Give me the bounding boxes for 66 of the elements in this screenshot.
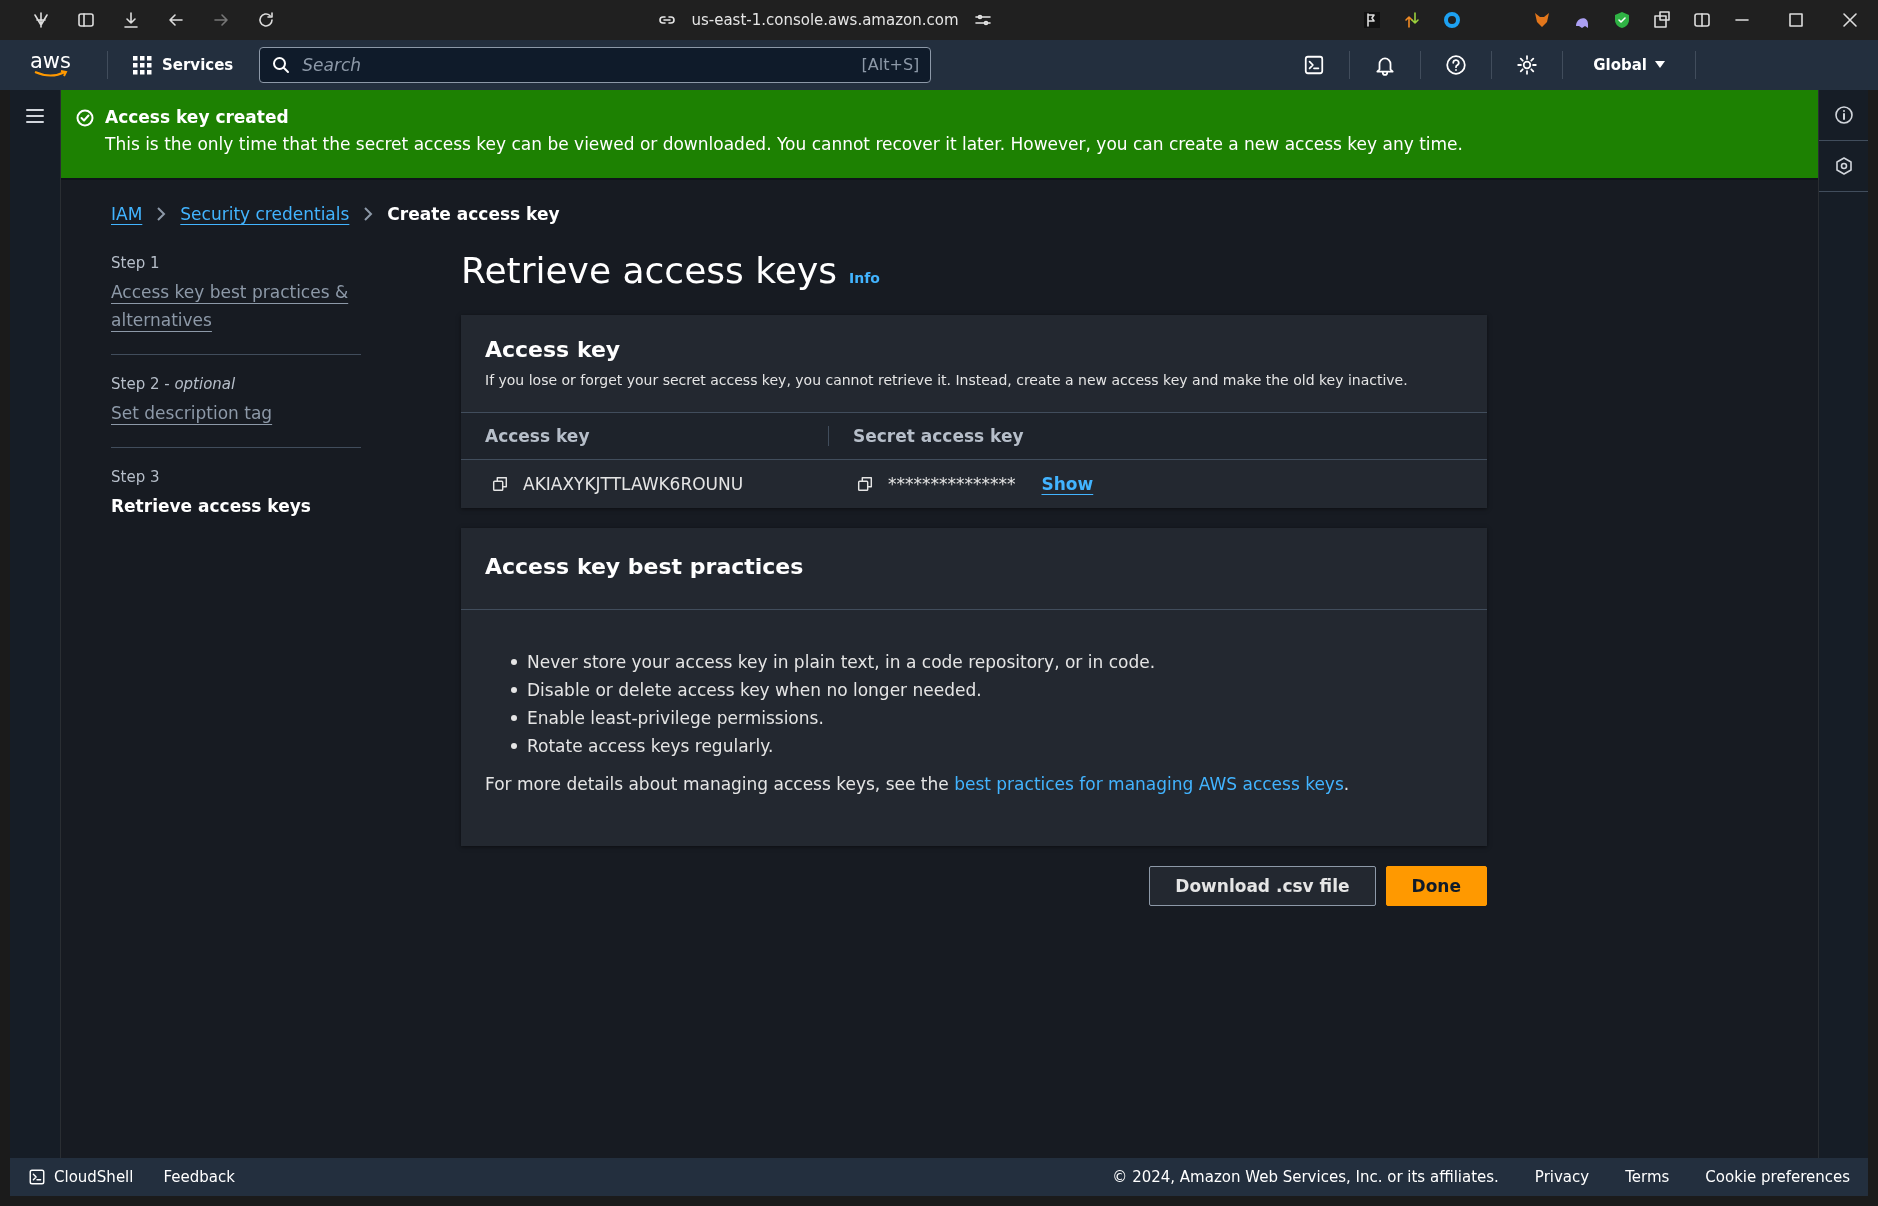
feedback-link[interactable]: Feedback [163, 1168, 235, 1186]
list-item: Disable or delete access key when no longer needed. [527, 679, 982, 702]
shield-icon[interactable] [1612, 10, 1632, 30]
step-number: Step 1 [111, 254, 161, 272]
best-practices-link[interactable]: best practices for managing AWS access keys [954, 774, 1344, 794]
info-link[interactable]: Info [849, 270, 880, 286]
copyright: © 2024, Amazon Web Services, Inc. or its affiliates. [1112, 1168, 1499, 1186]
details-note: For more details about managing access keys, see the best practices for managing AWS access keys. [484, 774, 1351, 796]
bullet-icon [511, 715, 517, 721]
access-key-value: AKIAXYKJTTLAWK6ROUNU [523, 474, 744, 494]
menu-icon[interactable] [25, 106, 45, 126]
arrows-icon[interactable] [1402, 10, 1422, 30]
ring-icon[interactable] [1442, 10, 1462, 30]
step-link[interactable]: Access key best practices & alternatives [111, 278, 361, 334]
breadcrumb[interactable]: IAM [111, 204, 143, 224]
caret-icon [1655, 61, 1665, 69]
breadcrumb: Create access key [387, 204, 560, 224]
terminal-icon [28, 1168, 46, 1186]
close-icon[interactable] [1840, 10, 1860, 30]
services-menu[interactable]: Services [126, 54, 240, 76]
region-selector[interactable]: Global [1587, 55, 1671, 75]
secret-key-value: *************** [888, 474, 1016, 494]
cloudshell-link[interactable]: CloudShell [28, 1168, 134, 1186]
flag-icon[interactable] [1362, 10, 1382, 30]
chevron-right-icon [156, 206, 167, 222]
success-check-icon [75, 108, 95, 128]
banner-title: Access key created [105, 106, 290, 129]
step-number: Step 3 [111, 468, 161, 486]
bullet-icon [511, 659, 517, 665]
search-icon [271, 55, 292, 75]
terminal-icon[interactable] [1303, 54, 1326, 76]
page-title: Retrieve access keys [461, 250, 838, 291]
hexagon-icon[interactable] [1833, 156, 1854, 176]
address-bar-url[interactable]: us-east-1.console.aws.amazon.com [691, 11, 959, 29]
footer-link[interactable]: Cookie preferences [1705, 1168, 1850, 1186]
step-number: Step 2 - optional [111, 375, 237, 393]
breadcrumb[interactable]: Security credentials [180, 204, 350, 224]
list-item: Enable least-privilege permissions. [527, 707, 824, 730]
bullet-icon [511, 687, 517, 693]
help-icon[interactable] [1445, 54, 1468, 76]
footer-link[interactable]: Privacy [1534, 1168, 1590, 1186]
panel-description: If you lose or forget your secret access key, you cannot retrieve it. Instead, create a new access key and make the old key inactive. [485, 372, 1409, 388]
download-button[interactable]: Download .csv file [1149, 866, 1376, 906]
panel-title: Access key best practices [485, 554, 805, 579]
panel-title: Access key [485, 337, 622, 362]
maximize-icon[interactable] [1786, 10, 1806, 30]
copy-icon[interactable] [856, 475, 874, 493]
column-header: Access key [484, 426, 591, 446]
shortcut-hint: [Alt+S] [861, 55, 920, 74]
aws-logo[interactable]: aws [30, 52, 71, 78]
done-button[interactable]: Done [1385, 866, 1487, 906]
sidebar-icon[interactable] [75, 10, 96, 30]
column-header: Secret access key [828, 426, 1196, 446]
banner-message: This is the only time that the secret access key can be viewed or downloaded. You cannot recover it later. However, you can create a new access key any time. [105, 134, 1463, 154]
show-link[interactable]: Show [1041, 474, 1094, 494]
copy-icon[interactable] [491, 475, 509, 493]
split-view-icon[interactable] [1692, 10, 1712, 30]
info-icon[interactable] [1833, 105, 1854, 125]
step-link[interactable]: Set description tag [111, 399, 361, 427]
fox-icon[interactable] [1532, 10, 1552, 30]
list-item: Never store your access key in plain text, in a code repository, or in code. [527, 651, 1156, 674]
chevron-right-icon [363, 206, 374, 222]
bullet-icon [511, 743, 517, 749]
list-item: Rotate access keys regularly. [527, 735, 774, 758]
footer-link[interactable]: Terms [1625, 1168, 1670, 1186]
grid-icon [132, 55, 152, 75]
